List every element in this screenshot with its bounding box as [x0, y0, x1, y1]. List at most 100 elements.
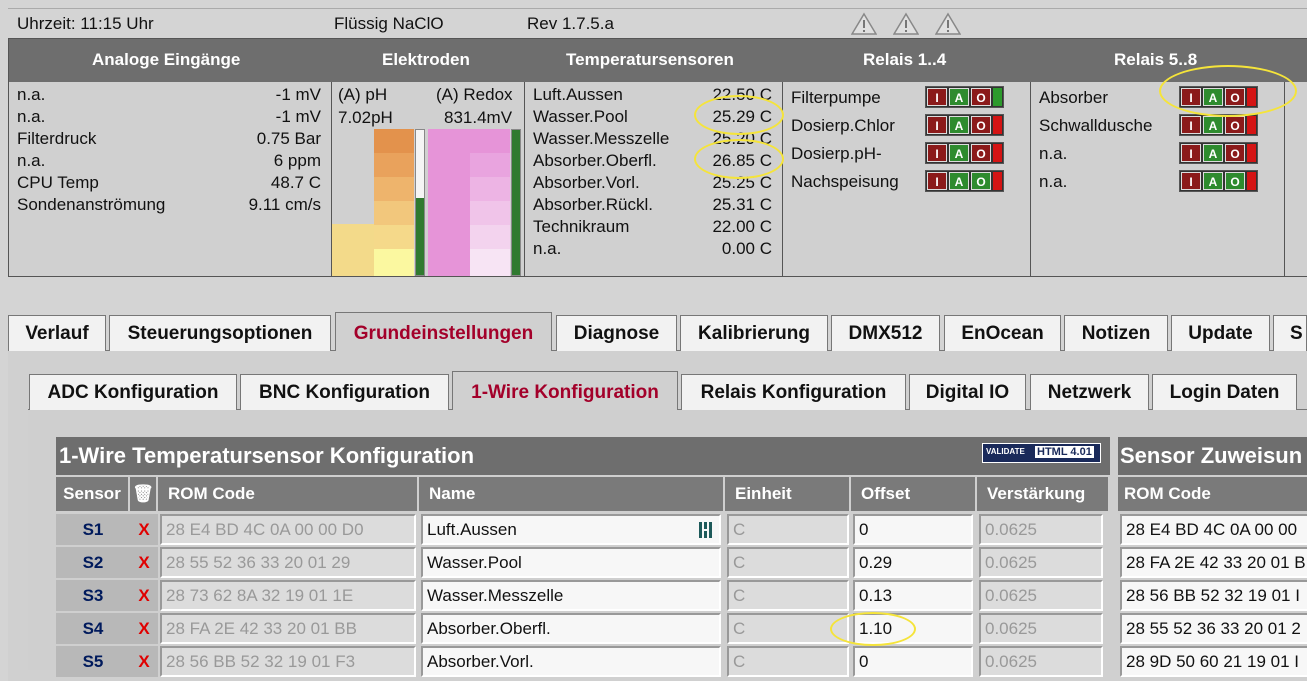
subtab-relais[interactable]: Relais Konfiguration: [681, 374, 906, 410]
dashboard-header: Analoge Eingänge Elektroden Temperaturse…: [9, 39, 1307, 82]
analog-row: n.a. -1 mV: [17, 85, 321, 104]
ph-gauge: [374, 129, 414, 276]
relay-auto-button[interactable]: A: [1203, 172, 1223, 190]
tab-diagnose[interactable]: Diagnose: [556, 315, 677, 351]
relay-off-button[interactable]: O: [971, 172, 991, 190]
unit-field: C: [727, 514, 849, 545]
subtab-1wire[interactable]: 1-Wire Konfiguration: [452, 371, 678, 410]
unit-field: C: [727, 646, 849, 677]
relay-label: Schwalldusche: [1039, 116, 1153, 135]
relay-manual-on-button[interactable]: I: [927, 116, 947, 134]
subtab-bnc[interactable]: BNC Konfiguration: [240, 374, 449, 410]
warning-icon: [893, 12, 919, 35]
relay-off-button[interactable]: O: [971, 144, 991, 162]
tab-enocean[interactable]: EnOcean: [944, 315, 1061, 351]
dashboard-panel: Analoge Eingänge Elektroden Temperaturse…: [8, 38, 1307, 277]
column-header-name: Name: [419, 477, 725, 511]
analog-row: CPU Temp 48.7 C: [17, 173, 321, 192]
offset-input[interactable]: 0: [853, 646, 973, 677]
sensor-name-input[interactable]: Wasser.Messzelle: [421, 580, 721, 611]
html-validator-badge[interactable]: VALIDATE HTML 4.01: [982, 443, 1101, 463]
tab-notizen[interactable]: Notizen: [1064, 315, 1168, 351]
redox-value: 831.4mV: [444, 108, 513, 127]
relay-control-schwalldusche: IAO: [1179, 114, 1258, 136]
column-header-rom-code-assign: ROM Code: [1118, 477, 1307, 511]
offset-input[interactable]: 0.13: [853, 580, 973, 611]
assign-rom-code-field[interactable]: 28 55 52 36 33 20 01 2: [1120, 613, 1307, 644]
gain-field: 0.0625: [979, 514, 1103, 545]
relay-label: n.a.: [1039, 172, 1068, 191]
rom-code-field: 28 55 52 36 33 20 01 29: [160, 547, 416, 578]
rom-code-field: 28 FA 2E 42 33 20 01 BB: [160, 613, 416, 644]
sensor-name-input[interactable]: Wasser.Pool: [421, 547, 721, 578]
relay-auto-button[interactable]: A: [1203, 116, 1223, 134]
highlight-ellipse: [1159, 65, 1297, 117]
tab-kalibrierung[interactable]: Kalibrierung: [680, 315, 828, 351]
warning-icon: [851, 12, 877, 35]
relay-off-button[interactable]: O: [971, 88, 991, 106]
relays-1-4-header: Relais 1..4: [863, 50, 947, 69]
relay-off-button[interactable]: O: [1225, 172, 1245, 190]
sensor-config-title: 1-Wire Temperatursensor Konfiguration: [59, 443, 475, 468]
relay-status-indicator: [1247, 144, 1256, 162]
tab-steuerungsoptionen[interactable]: Steuerungsoptionen: [109, 315, 331, 351]
sensor-name-input[interactable]: Absorber.Vorl.: [421, 646, 721, 677]
relay-off-button[interactable]: O: [971, 116, 991, 134]
relay-status-indicator: [993, 116, 1002, 134]
assign-rom-code-field[interactable]: 28 56 BB 52 32 19 01 I: [1120, 580, 1307, 611]
relay-status-indicator: [993, 144, 1002, 162]
analog-row: Sondenanströmung 9.11 cm/s: [17, 195, 321, 214]
ph-gauge-base: [332, 224, 374, 276]
analog-row: n.a. 6 ppm: [17, 151, 321, 170]
delete-sensor-button[interactable]: X: [130, 646, 158, 677]
electrodes-column: (A) pH (A) Redox 7.02pH 831.4mV: [332, 82, 525, 276]
highlight-ellipse: [694, 95, 784, 135]
autofill-icon[interactable]: [698, 520, 714, 540]
relays-1-4-column: Filterpumpe Dosierp.Chlor Dosierp.pH- Na…: [783, 82, 1031, 276]
relay-auto-button[interactable]: A: [1203, 144, 1223, 162]
tab-verlauf[interactable]: Verlauf: [8, 315, 106, 351]
offset-input[interactable]: 0.29: [853, 547, 973, 578]
highlight-ellipse: [694, 139, 784, 179]
relay-auto-button[interactable]: A: [949, 88, 969, 106]
analog-row: Filterdruck 0.75 Bar: [17, 129, 321, 148]
subtab-adc[interactable]: ADC Konfiguration: [29, 374, 237, 410]
relay-manual-on-button[interactable]: I: [927, 88, 947, 106]
relay-manual-on-button[interactable]: I: [1181, 172, 1201, 190]
assign-rom-code-field[interactable]: 28 FA 2E 42 33 20 01 B: [1120, 547, 1307, 578]
relay-auto-button[interactable]: A: [949, 144, 969, 162]
sensor-id: S4: [56, 613, 130, 644]
delete-sensor-button[interactable]: X: [130, 514, 158, 545]
relay-auto-button[interactable]: A: [949, 116, 969, 134]
subtab-netzwerk[interactable]: Netzwerk: [1030, 374, 1149, 410]
sensor-name-input[interactable]: Absorber.Oberfl.: [421, 613, 721, 644]
relay-control-dosierp-ph: IAO: [925, 142, 1004, 164]
assign-rom-code-field[interactable]: 28 E4 BD 4C 0A 00 00: [1120, 514, 1307, 545]
tab-grundeinstellungen[interactable]: Grundeinstellungen: [335, 312, 552, 351]
delete-sensor-button[interactable]: X: [130, 613, 158, 644]
tab-truncated[interactable]: S: [1273, 315, 1307, 351]
delete-sensor-button[interactable]: X: [130, 580, 158, 611]
tab-update[interactable]: Update: [1171, 315, 1270, 351]
sensor-id: S2: [56, 547, 130, 578]
relay-manual-on-button[interactable]: I: [1181, 144, 1201, 162]
revision-text: Rev 1.7.5.a: [527, 14, 614, 33]
sensor-name-input[interactable]: Luft.Aussen: [421, 514, 721, 545]
subtab-digital-io[interactable]: Digital IO: [909, 374, 1026, 410]
rom-code-field: 28 E4 BD 4C 0A 00 00 D0: [160, 514, 416, 545]
delete-sensor-button[interactable]: X: [130, 547, 158, 578]
temperature-sensors-header: Temperatursensoren: [566, 50, 734, 69]
relay-manual-on-button[interactable]: I: [1181, 116, 1201, 134]
tab-dmx512[interactable]: DMX512: [831, 315, 940, 351]
relay-off-button[interactable]: O: [1225, 116, 1245, 134]
sensor-id: S1: [56, 514, 130, 545]
relay-manual-on-button[interactable]: I: [927, 172, 947, 190]
relay-auto-button[interactable]: A: [949, 172, 969, 190]
relay-manual-on-button[interactable]: I: [927, 144, 947, 162]
relay-off-button[interactable]: O: [1225, 144, 1245, 162]
offset-input[interactable]: 0: [853, 514, 973, 545]
assign-rom-code-field[interactable]: 28 9D 50 60 21 19 01 I: [1120, 646, 1307, 677]
highlight-ellipse: [830, 612, 916, 646]
subtab-login[interactable]: Login Daten: [1152, 374, 1297, 410]
analog-inputs-column: n.a. -1 mV n.a. -1 mV Filterdruck 0.75 Bar …: [9, 82, 332, 276]
